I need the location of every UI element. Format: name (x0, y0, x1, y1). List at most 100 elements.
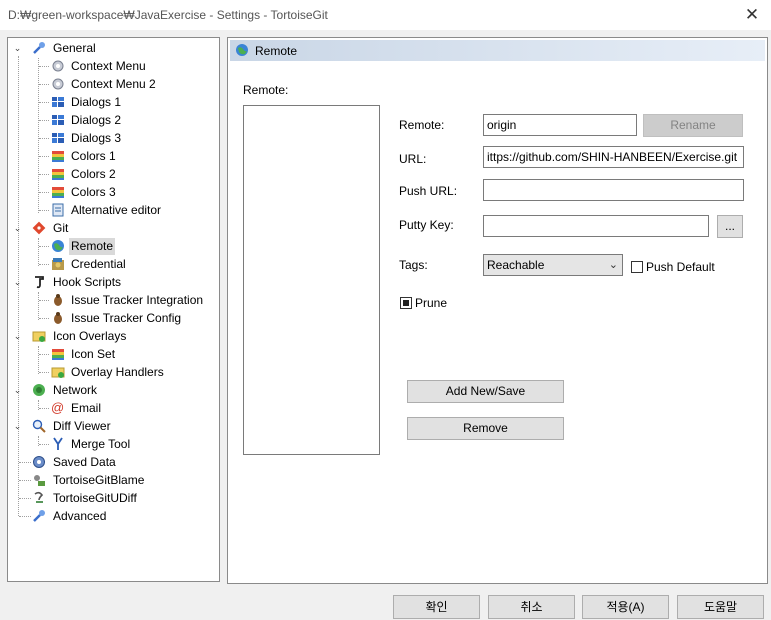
tree-item-label: Saved Data (53, 455, 116, 469)
tree-line (38, 58, 39, 213)
globe-icon (236, 44, 248, 56)
tree-line (39, 246, 49, 247)
tree-item-label: Merge Tool (71, 437, 131, 451)
gear-icon (52, 78, 64, 90)
palette-icon (52, 169, 64, 180)
tree-item-label: Dialogs 3 (71, 131, 122, 145)
tree-item-label: Overlay Handlers (71, 365, 164, 379)
add-new-save-button[interactable]: Add New/Save (407, 380, 564, 403)
windows-icon (52, 133, 64, 143)
help-button[interactable]: 도움말 (677, 595, 764, 619)
tree-line (39, 318, 49, 319)
tree-item-label: Email (71, 401, 102, 415)
tree-item-label: Dialogs 1 (71, 95, 122, 109)
tree-line (39, 354, 49, 355)
tree-line (19, 516, 31, 517)
tree-line (39, 264, 49, 265)
remote-name-input[interactable]: origin (483, 114, 637, 136)
tree-line (39, 66, 49, 67)
rename-button[interactable]: Rename (643, 114, 743, 137)
tags-dropdown[interactable]: Reachable ⌄ (483, 254, 623, 276)
tree-line (39, 192, 49, 193)
url-input[interactable]: ittps://github.com/SHIN-HANBEEN/Exercise… (483, 146, 744, 168)
chevron-down-icon: ⌄ (608, 259, 618, 271)
blame-icon (34, 475, 45, 486)
merge-icon (53, 437, 63, 450)
tags-label: Tags: (399, 258, 428, 272)
tree-item-label: Issue Tracker Config (71, 311, 182, 325)
prune-label: Prune (415, 296, 448, 310)
hook-icon (35, 276, 44, 289)
tree-item-label: Advanced (53, 509, 107, 523)
wrench-icon (33, 510, 45, 522)
credential-icon (52, 258, 64, 270)
tree-item-label: Context Menu 2 (71, 77, 156, 91)
notepad-icon (52, 203, 64, 217)
tree-item-label: Network (53, 383, 98, 397)
tree-item-label: Icon Set (71, 347, 116, 361)
overlay-icon (32, 331, 46, 342)
tree-line (39, 444, 49, 445)
collapse-icon[interactable]: ⌄ (12, 385, 23, 396)
udiff-icon (34, 491, 44, 503)
tree-line (38, 346, 39, 374)
url-label: URL: (399, 152, 427, 166)
palette-icon (52, 151, 64, 162)
putty-key-label: Putty Key: (399, 218, 454, 232)
prune-checkbox[interactable] (400, 297, 412, 309)
collapse-icon[interactable]: ⌄ (12, 43, 23, 54)
cancel-button[interactable]: 취소 (488, 595, 575, 619)
tree-item-label: Remote (69, 238, 116, 255)
palette-icon (52, 349, 64, 360)
title-bar: D:₩green-workspace₩JavaExercise - Settin… (0, 0, 771, 30)
bug-icon (54, 294, 62, 306)
browse-button[interactable]: ... (717, 215, 743, 238)
apply-button[interactable]: 적용(A) (582, 595, 669, 619)
tree-line (19, 480, 31, 481)
push-url-input[interactable] (483, 179, 744, 201)
remote-label: Remote: (399, 118, 445, 132)
wrench-icon (33, 42, 45, 54)
tree-line (39, 120, 49, 121)
saved-data-icon (33, 456, 45, 468)
settings-tree[interactable]: ⌄ General Context Menu Context Menu 2 Di… (7, 37, 220, 582)
ok-button[interactable]: 확인 (393, 595, 480, 619)
windows-icon (52, 115, 64, 125)
email-icon: @ (51, 400, 65, 415)
tree-item-label: Git (53, 221, 69, 235)
tree-item-label: General (53, 41, 96, 55)
push-default-checkbox[interactable] (631, 261, 643, 273)
remote-list-label: Remote: (243, 83, 289, 97)
globe-icon (52, 240, 64, 252)
remote-list[interactable] (243, 105, 380, 455)
collapse-icon[interactable]: ⌄ (12, 277, 23, 288)
tree-item-label: Credential (71, 257, 126, 271)
tree-line (19, 498, 31, 499)
gear-icon (52, 60, 64, 72)
tree-item-label: Hook Scripts (53, 275, 122, 289)
magnifier-icon (32, 419, 46, 433)
tree-line (39, 84, 49, 85)
tree-item-label: Dialogs 2 (71, 113, 122, 127)
collapse-icon[interactable]: ⌄ (12, 331, 23, 342)
network-icon (33, 384, 45, 396)
tree-line (39, 156, 49, 157)
tree-line (39, 210, 49, 211)
tree-line (39, 174, 49, 175)
remove-button[interactable]: Remove (407, 417, 564, 440)
tree-item-label: Diff Viewer (53, 419, 111, 433)
git-icon (32, 221, 46, 235)
tree-item-label: Alternative editor (71, 203, 162, 217)
tree-line (39, 408, 49, 409)
tree-item-label: Colors 2 (71, 167, 116, 181)
close-icon[interactable]: ✕ (741, 4, 763, 26)
collapse-icon[interactable]: ⌄ (12, 223, 23, 234)
tree-item-label: Context Menu (71, 59, 146, 73)
overlay-icon (51, 367, 65, 378)
tree-item-label: Colors 3 (71, 185, 116, 199)
collapse-icon[interactable]: ⌄ (12, 421, 23, 432)
tree-item-label: Icon Overlays (53, 329, 127, 343)
tree-line (38, 292, 39, 320)
putty-key-input[interactable] (483, 215, 709, 237)
remote-settings-page: Remote Remote: Remote: origin Rename URL… (227, 37, 768, 584)
